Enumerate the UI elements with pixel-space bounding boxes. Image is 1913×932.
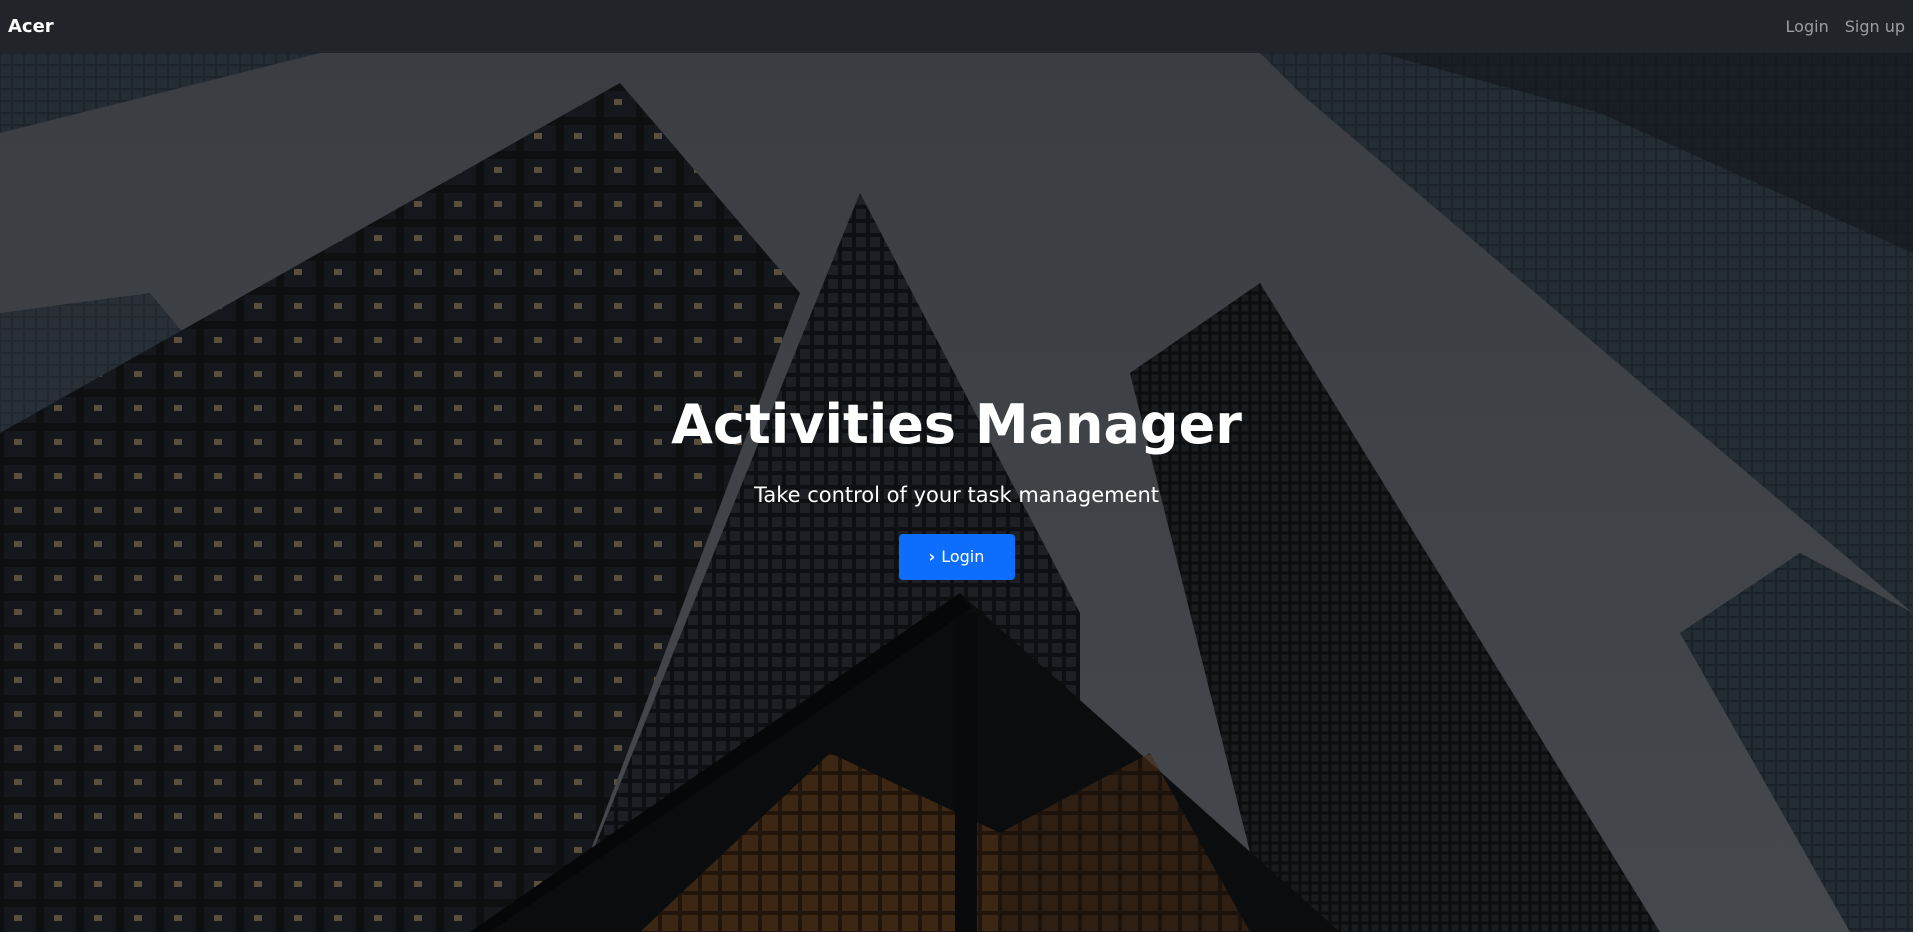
hero-content: Activities Manager Take control of your … [0, 53, 1913, 932]
brand-logo[interactable]: Acer [8, 16, 54, 37]
nav-login-link[interactable]: Login [1786, 17, 1829, 36]
nav-links: Login Sign up [1786, 17, 1905, 36]
hero-title: Activities Manager [671, 393, 1242, 456]
nav-signup-link[interactable]: Sign up [1845, 17, 1905, 36]
chevron-right-icon: › [928, 547, 936, 567]
hero-subtitle: Take control of your task management [753, 483, 1160, 508]
navbar: Acer Login Sign up [0, 0, 1913, 53]
hero-login-button-label: Login [941, 547, 985, 567]
hero-section: Activities Manager Take control of your … [0, 53, 1913, 932]
hero-login-button[interactable]: › Login [898, 533, 1015, 580]
